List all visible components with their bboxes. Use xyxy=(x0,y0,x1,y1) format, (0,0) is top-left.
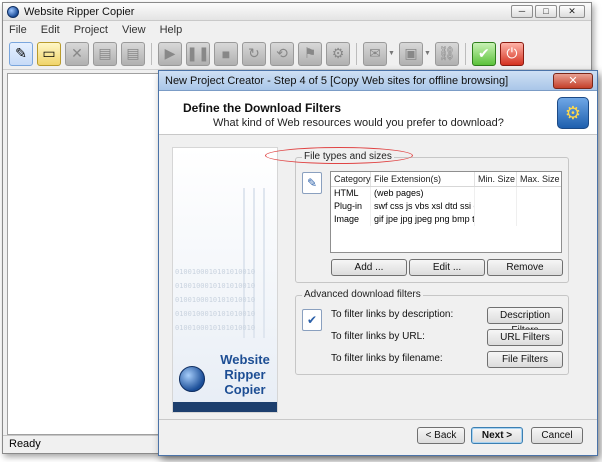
add-filetype-button[interactable]: Add ... xyxy=(331,259,407,276)
banner-base xyxy=(173,402,277,412)
cell-min-size xyxy=(475,213,517,226)
cancel-button[interactable]: Cancel xyxy=(531,427,583,444)
filter-settings-icon: ⚙ xyxy=(557,97,589,129)
binary-text: 0100100010101010010 xyxy=(175,282,256,290)
back-button[interactable]: < Back xyxy=(417,427,465,444)
check-icon[interactable]: ✔ xyxy=(471,41,496,66)
table-row[interactable]: Plug-in swf css js vbs xsl dtd ssi cl... xyxy=(331,200,561,213)
link-icon[interactable]: ⛓ xyxy=(434,41,459,66)
table-row[interactable]: Image gif jpe jpg jpeg png bmp tif ... xyxy=(331,213,561,226)
play-icon[interactable]: ▶ xyxy=(158,41,182,66)
file-types-table[interactable]: Category File Extension(s) Min. Size Max… xyxy=(330,171,562,253)
side-banner: 0100100010101010010 0100100010101010010 … xyxy=(172,147,278,413)
file-filters-button[interactable]: File Filters xyxy=(487,351,563,368)
monitor-icon[interactable]: ▣ xyxy=(398,41,423,66)
chevron-down-icon[interactable]: ▼ xyxy=(424,50,431,57)
globe-logo-icon xyxy=(179,366,205,392)
mail-icon[interactable]: ✉ xyxy=(363,41,387,66)
cell-category: Image xyxy=(331,213,371,226)
binary-text: 0100100010101010010 xyxy=(175,268,256,276)
cell-min-size xyxy=(475,187,517,200)
cell-category: HTML xyxy=(331,187,371,200)
cell-max-size xyxy=(517,200,561,213)
column-header-extensions[interactable]: File Extension(s) xyxy=(371,172,475,186)
url-filter-label: To filter links by URL: xyxy=(331,331,425,342)
settings-icon[interactable]: ⚙ xyxy=(326,41,350,66)
close-button[interactable]: ✕ xyxy=(559,5,585,18)
open-folder-icon[interactable]: ▭ xyxy=(37,41,61,66)
binary-text: 0100100010101010010 xyxy=(175,324,256,332)
refresh-icon[interactable]: ⟲ xyxy=(270,41,294,66)
cell-extensions: swf css js vbs xsl dtd ssi cl... xyxy=(371,200,475,213)
cell-min-size xyxy=(475,200,517,213)
brand-line: Copier xyxy=(224,382,266,397)
binary-text: 0100100010101010010 xyxy=(175,296,256,304)
globe-icon xyxy=(7,5,19,18)
wizard-icon[interactable]: ✎ xyxy=(9,41,33,66)
file-types-icon: ✎ xyxy=(302,172,322,194)
cell-max-size xyxy=(517,187,561,200)
cell-extensions: gif jpe jpg jpeg png bmp tif ... xyxy=(371,213,475,226)
dialog-close-button[interactable]: ✕ xyxy=(553,73,593,89)
menu-help[interactable]: Help xyxy=(160,24,183,36)
table-row[interactable]: HTML (web pages) xyxy=(331,187,561,200)
brand-line: Ripper xyxy=(224,367,266,382)
column-header-category[interactable]: Category xyxy=(331,172,371,186)
cell-max-size xyxy=(517,213,561,226)
cell-extensions: (web pages) xyxy=(371,187,475,200)
binary-text: 0100100010101010010 xyxy=(175,310,256,318)
new-project-dialog: New Project Creator - Step 4 of 5 [Copy … xyxy=(158,70,598,456)
toolbar-separator xyxy=(356,42,357,65)
table-header: Category File Extension(s) Min. Size Max… xyxy=(331,172,561,187)
dialog-heading: Define the Download Filters xyxy=(183,101,342,115)
filter-icon[interactable]: ⚑ xyxy=(298,41,322,66)
remove-filetype-button[interactable]: Remove xyxy=(487,259,563,276)
brand-line: Website xyxy=(220,352,270,367)
footer-divider xyxy=(159,419,597,420)
stop-icon[interactable]: ■ xyxy=(214,41,238,66)
next-button[interactable]: Next > xyxy=(471,427,523,444)
maximize-button[interactable]: □ xyxy=(535,5,557,18)
dialog-subheading: What kind of Web resources would you pre… xyxy=(213,117,504,129)
decor-stripe xyxy=(263,188,265,338)
column-header-min-size[interactable]: Min. Size xyxy=(475,172,517,186)
minimize-button[interactable]: ─ xyxy=(511,5,533,18)
file-filter-label: To filter links by filename: xyxy=(331,353,443,364)
description-filters-button[interactable]: Description Filters xyxy=(487,307,563,336)
cell-category: Plug-in xyxy=(331,200,371,213)
toolbar-separator xyxy=(464,42,466,65)
project-tree-panel[interactable] xyxy=(7,73,159,435)
toolbar-separator xyxy=(151,42,152,65)
menu-bar: File Edit Project View Help xyxy=(3,21,591,38)
menu-view[interactable]: View xyxy=(122,24,146,36)
dialog-header: Define the Download Filters What kind of… xyxy=(159,91,597,135)
title-bar: Website Ripper Copier ─ □ ✕ xyxy=(3,3,591,21)
url-filters-button[interactable]: URL Filters xyxy=(487,329,563,346)
delete-icon[interactable]: ✕ xyxy=(65,41,89,66)
edit-filetype-button[interactable]: Edit ... xyxy=(409,259,485,276)
dialog-title-bar: New Project Creator - Step 4 of 5 [Copy … xyxy=(159,71,597,91)
menu-file[interactable]: File xyxy=(9,24,27,36)
menu-edit[interactable]: Edit xyxy=(41,24,60,36)
tool-icon[interactable]: ▤ xyxy=(121,41,145,66)
toolbar: ✎ ▭ ✕ ▤ ▤ ▶ ❚❚ ■ ↻ ⟲ ⚑ ⚙ ✉ ▼ ▣ ▼ ⛓ ✔ ⏻ xyxy=(3,38,591,70)
app-title: Website Ripper Copier xyxy=(24,5,135,18)
refresh-icon[interactable]: ↻ xyxy=(242,41,266,66)
banner-brand: Website Ripper Copier xyxy=(217,352,273,397)
advanced-filters-group-title: Advanced download filters xyxy=(302,289,423,300)
column-header-max-size[interactable]: Max. Size xyxy=(517,172,561,186)
tool-icon[interactable]: ▤ xyxy=(93,41,117,66)
exit-icon[interactable]: ⏻ xyxy=(499,41,524,66)
highlight-annotation xyxy=(265,147,413,164)
menu-project[interactable]: Project xyxy=(74,24,108,36)
chevron-down-icon[interactable]: ▼ xyxy=(388,50,395,57)
desc-filter-label: To filter links by description: xyxy=(331,309,454,320)
dialog-title: New Project Creator - Step 4 of 5 [Copy … xyxy=(165,74,509,87)
pause-icon[interactable]: ❚❚ xyxy=(186,41,210,66)
advanced-filters-icon: ✔ xyxy=(302,309,322,331)
